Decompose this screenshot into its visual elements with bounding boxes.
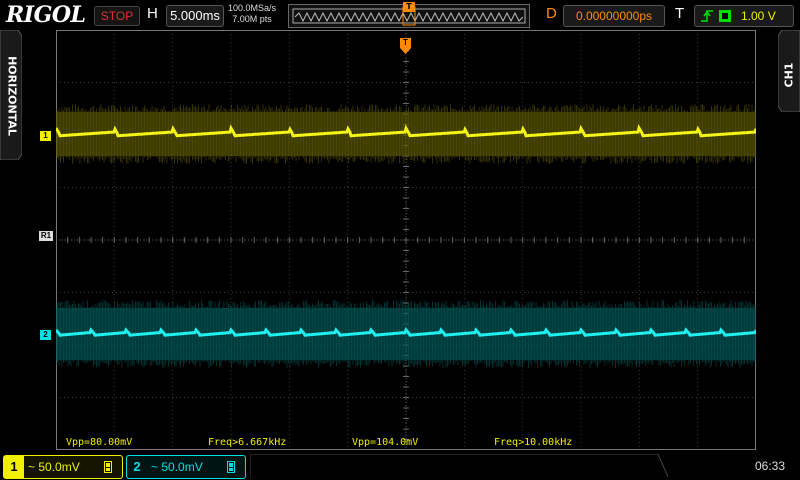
channel-status-bar: 1 ~ 50.0mV 2 ~ 50.0mV 06:33 [0,452,800,480]
sample-rate: 100.0MSa/s [228,3,277,13]
ch2-offset-marker[interactable]: 2 [40,330,51,340]
system-clock: 06:33 [755,459,786,473]
acquisition-info: 100.0MSa/s 7.00M pts [228,3,276,25]
status-bar-divider [250,454,669,478]
ch1-tab-label: CH1 [782,62,796,88]
trigger-position-marker-icon[interactable]: T [400,38,411,48]
ch1-number: 1 [4,456,24,478]
waveform-grid [54,29,758,451]
ch2-status-tab[interactable]: 2 ~ 50.0mV [126,455,246,479]
top-status-bar: RIGOL STOP H 5.000ms 100.0MSa/s 7.00M pt… [0,0,800,30]
measurement-vpp-ch1: Vpp=80.00mV [66,437,133,448]
trigger-arrow-icon [400,48,411,54]
waveform-display[interactable] [54,29,758,451]
ch2-scale: ~ 50.0mV [151,460,203,474]
ch2-number: 2 [133,459,141,474]
measurement-vpp-ch2: Vpp=104.0mV [352,437,419,448]
brand-logo: RIGOL [6,2,86,28]
trigger-level: 1.00 V [741,9,776,23]
run-stop-status[interactable]: STOP [94,6,140,26]
horizontal-menu-tab[interactable]: HORIZONTAL [0,29,23,161]
ch1-menu-tab[interactable]: CH1 [777,29,800,113]
horizontal-tab-label: HORIZONTAL [5,56,19,136]
memory-trigger-marker-icon: T [403,2,415,12]
ch1-scale: ~ 50.0mV [28,460,80,474]
trigger-position-value[interactable]: 0.00000000ps [563,5,665,27]
measurement-freq-ch1: Freq>6.667kHz [208,437,287,448]
ch2-coupling-icon [227,461,235,473]
memory-waveform-overview: T [288,2,530,28]
measurement-freq-ch2: Freq>10.00kHz [494,437,573,448]
delay-label: D [546,5,557,22]
timebase-value[interactable]: 5.000ms [166,5,224,27]
ch1-status-tab[interactable]: 1 ~ 50.0mV [3,455,123,479]
memory-depth: 7.00M pts [232,14,272,24]
trigger-settings[interactable]: 1.00 V [694,5,794,27]
ref-marker: R1 [39,231,53,241]
ch1-offset-marker[interactable]: 1 [40,131,51,141]
trigger-config-graphic [701,10,731,22]
horizontal-label: H [147,5,158,22]
trigger-label: T [675,5,685,22]
ch1-coupling-icon [104,461,112,473]
memory-overview-wave-icon [294,11,524,23]
